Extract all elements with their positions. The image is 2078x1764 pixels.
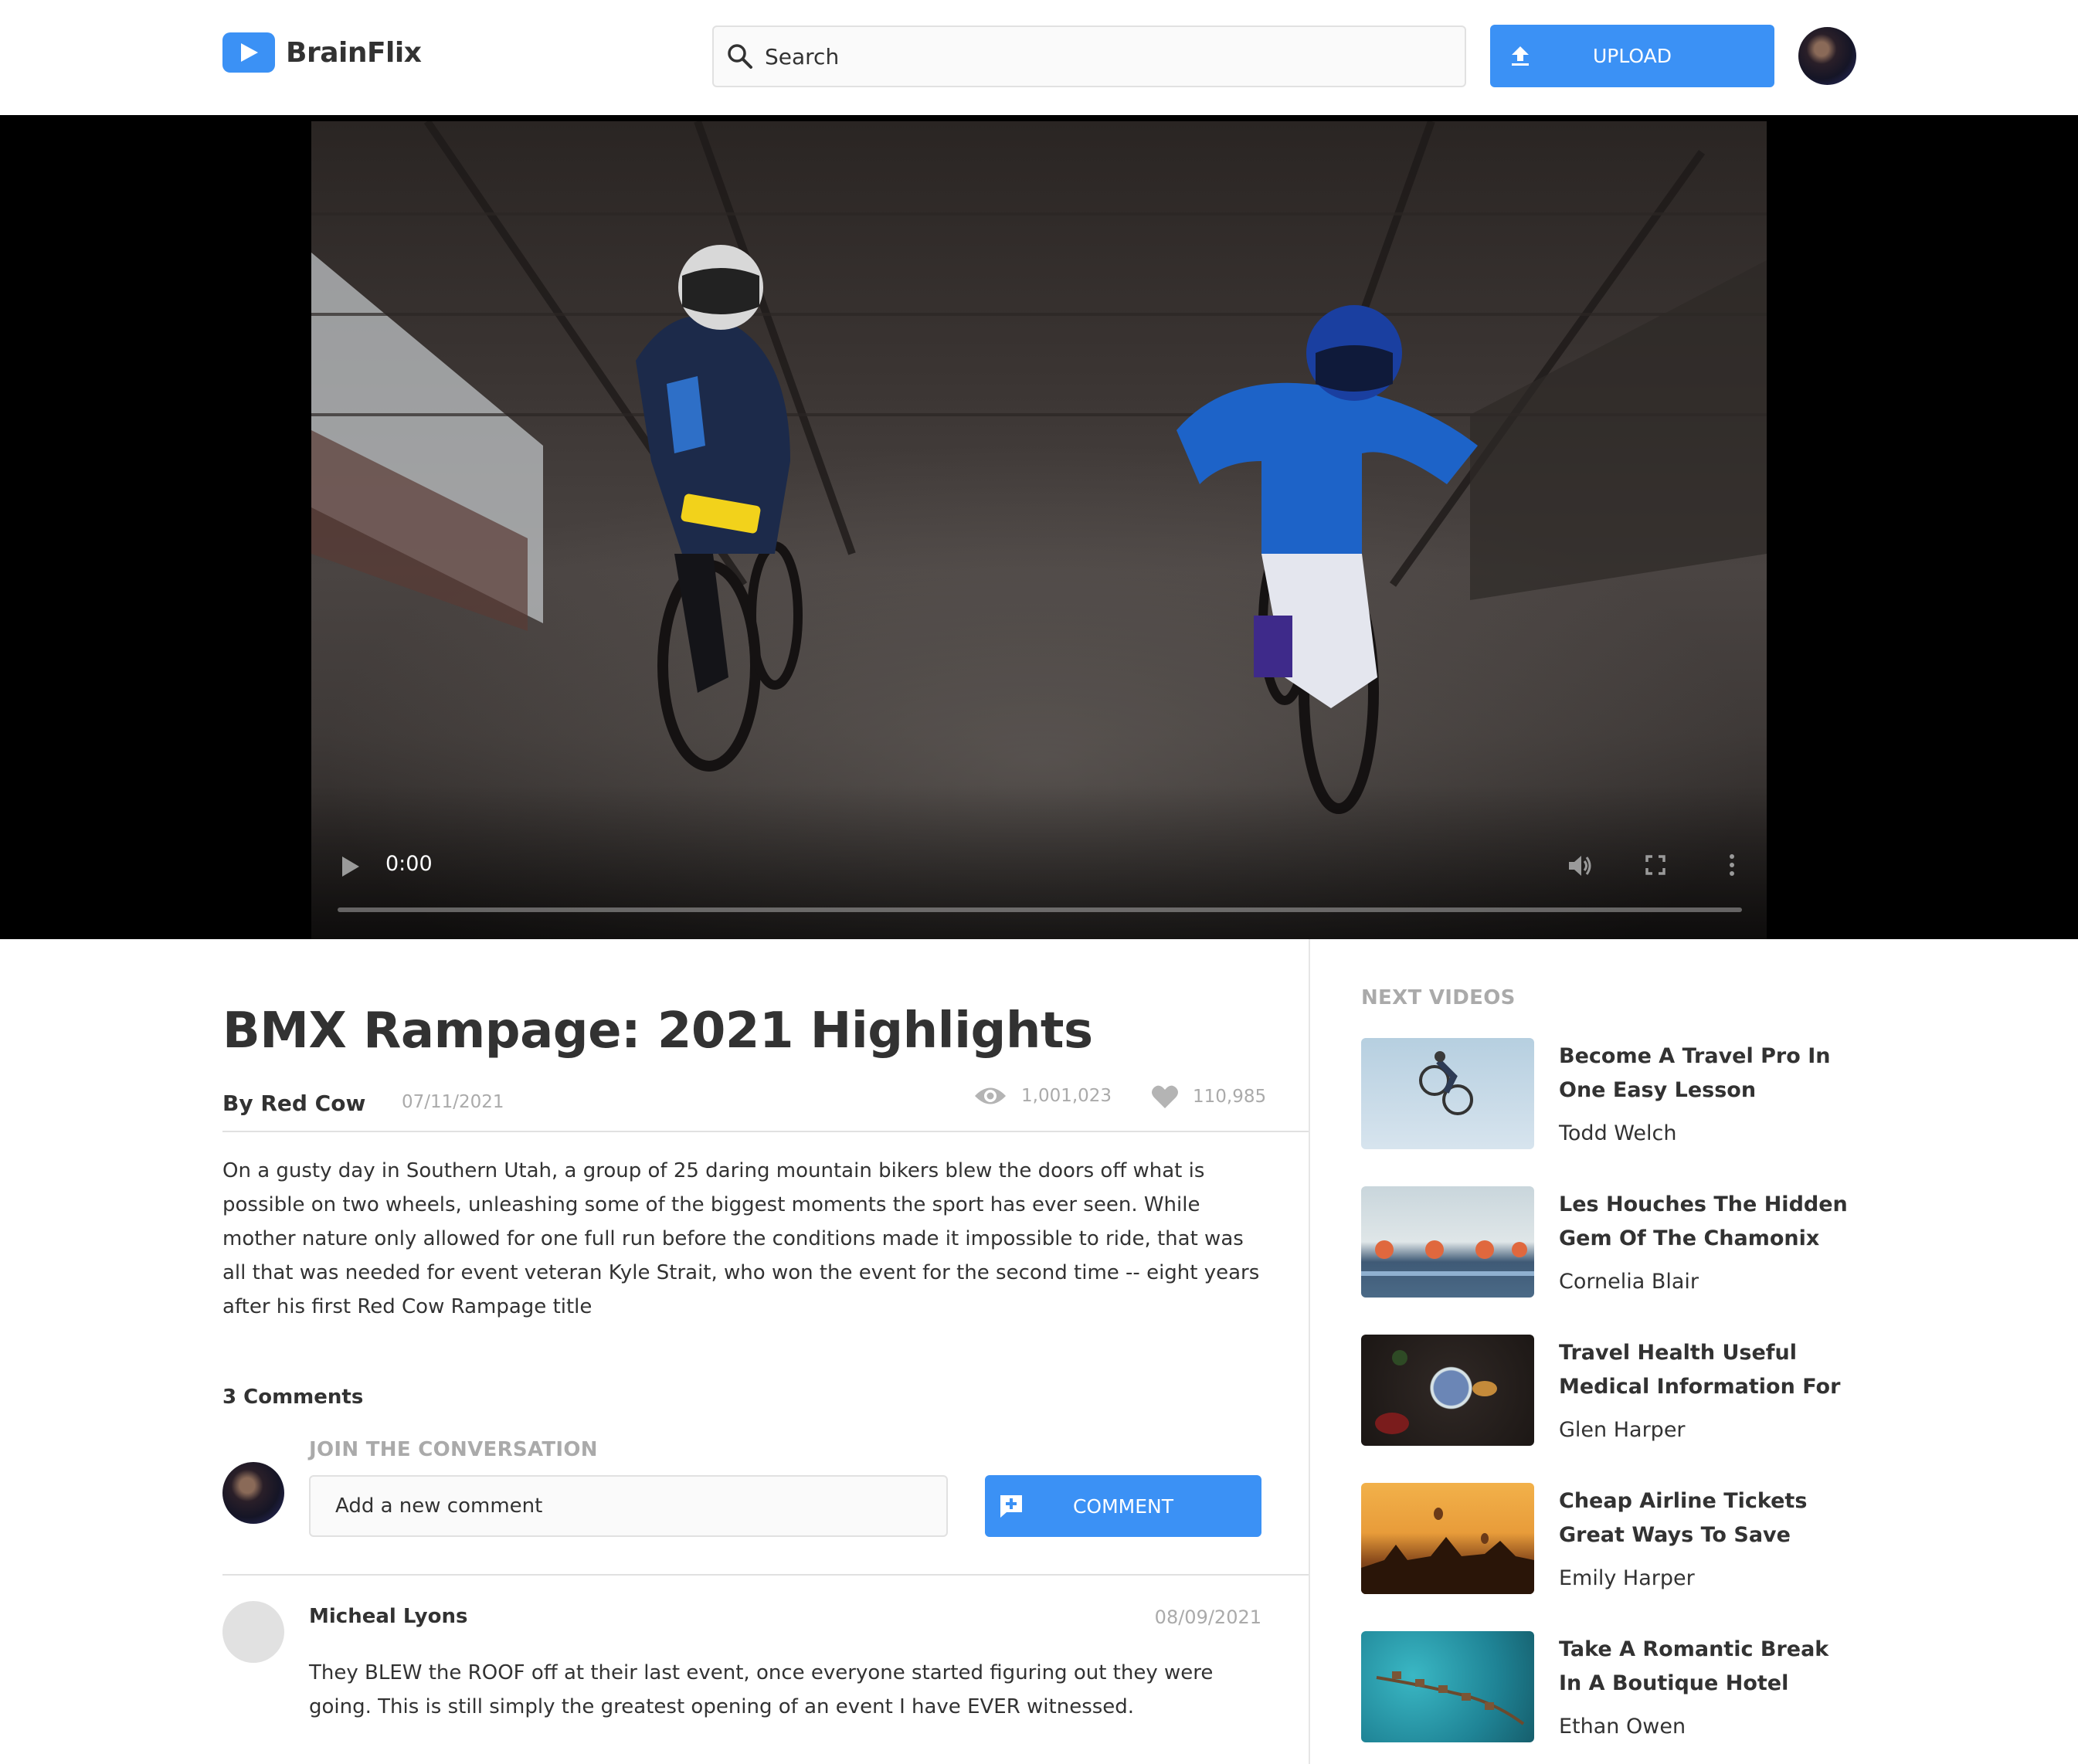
next-video-title: Travel Health Useful Medical Information…: [1559, 1341, 1841, 1399]
volume-icon[interactable]: [1567, 853, 1594, 878]
join-conversation-label: JOIN THE CONVERSATION: [309, 1438, 598, 1461]
upload-button-label: UPLOAD: [1592, 45, 1672, 67]
next-video-author: Ethan Owen: [1559, 1715, 1686, 1739]
next-video-title: Les Houches The Hidden Gem Of The Chamon…: [1559, 1192, 1848, 1250]
views-count: 1,001,023: [1021, 1086, 1112, 1106]
views-stat: 1,001,023: [973, 1084, 1112, 1108]
video-description: On a gusty day in Southern Utah, a group…: [222, 1159, 1260, 1318]
video-thumbnail: [1361, 1631, 1534, 1742]
play-logo-icon: [222, 32, 275, 73]
next-video-author: Glen Harper: [1559, 1418, 1686, 1442]
next-video-title: Take A Romantic Break In A Boutique Hote…: [1559, 1637, 1829, 1695]
video-player[interactable]: 0:00: [311, 121, 1767, 939]
comment-user-avatar: [222, 1462, 284, 1524]
next-video-author: Todd Welch: [1559, 1121, 1677, 1145]
search-bar[interactable]: [712, 25, 1466, 87]
video-author: By Red Cow: [222, 1091, 366, 1116]
next-videos-heading: NEXT VIDEOS: [1361, 986, 1516, 1009]
upload-button[interactable]: UPLOAD: [1490, 25, 1774, 87]
comment-button[interactable]: COMMENT: [985, 1475, 1261, 1537]
likes-stat[interactable]: 110,985: [1151, 1084, 1266, 1109]
next-video-item[interactable]: Les Houches The Hidden Gem Of The Chamon…: [1361, 1186, 1856, 1298]
divider: [222, 1131, 1309, 1132]
comment-field[interactable]: [309, 1475, 948, 1537]
next-video-title: Become A Travel Pro In One Easy Lesson: [1559, 1044, 1831, 1102]
video-section: 0:00: [0, 115, 2078, 939]
next-video-item[interactable]: Take A Romantic Break In A Boutique Hote…: [1361, 1631, 1856, 1742]
divider: [222, 1574, 1309, 1576]
comment-text: They BLEW the ROOF off at their last eve…: [309, 1661, 1214, 1718]
likes-count: 110,985: [1193, 1087, 1267, 1107]
video-progress-bar[interactable]: [338, 907, 1742, 912]
heart-icon: [1152, 1085, 1178, 1108]
play-icon[interactable]: [341, 855, 361, 878]
next-video-author: Emily Harper: [1559, 1566, 1695, 1590]
comment-date: 08/09/2021: [1154, 1606, 1261, 1628]
user-avatar[interactable]: [1798, 27, 1856, 85]
add-comment-icon: [1000, 1495, 1022, 1518]
column-divider: [1309, 939, 1310, 1764]
search-input[interactable]: [765, 43, 1429, 70]
video-thumbnail: [1361, 1186, 1534, 1298]
eye-icon: [975, 1087, 1006, 1104]
next-video-title: Cheap Airline Tickets Great Ways To Save: [1559, 1489, 1808, 1547]
next-video-author: Cornelia Blair: [1559, 1270, 1699, 1294]
video-thumbnail: [1361, 1483, 1534, 1594]
video-thumbnail: [1361, 1038, 1534, 1149]
comment-input[interactable]: [335, 1494, 922, 1518]
comments-count: 3 Comments: [222, 1386, 364, 1409]
commenter-name: Micheal Lyons: [309, 1605, 468, 1628]
comment-button-label: COMMENT: [1072, 1494, 1174, 1518]
more-options-icon[interactable]: [1728, 853, 1736, 877]
next-video-item[interactable]: Become A Travel Pro In One Easy Lesson T…: [1361, 1038, 1856, 1149]
fullscreen-icon[interactable]: [1645, 855, 1665, 875]
search-icon: [728, 44, 752, 69]
next-video-item[interactable]: Cheap Airline Tickets Great Ways To Save…: [1361, 1483, 1856, 1594]
video-title: BMX Rampage: 2021 Highlights: [222, 1002, 1093, 1060]
video-thumbnail: [1361, 1335, 1534, 1446]
top-nav: BrainFlix UPLOAD: [0, 0, 2078, 115]
app-name: BrainFlix: [286, 36, 422, 69]
next-video-item[interactable]: Travel Health Useful Medical Information…: [1361, 1335, 1856, 1446]
upload-icon: [1512, 46, 1529, 66]
video-time: 0:00: [385, 852, 433, 876]
controls-overlay: [311, 785, 1767, 939]
commenter-avatar: [222, 1601, 284, 1663]
brainflix-logo[interactable]: BrainFlix: [222, 32, 422, 73]
video-date: 07/11/2021: [402, 1092, 504, 1112]
